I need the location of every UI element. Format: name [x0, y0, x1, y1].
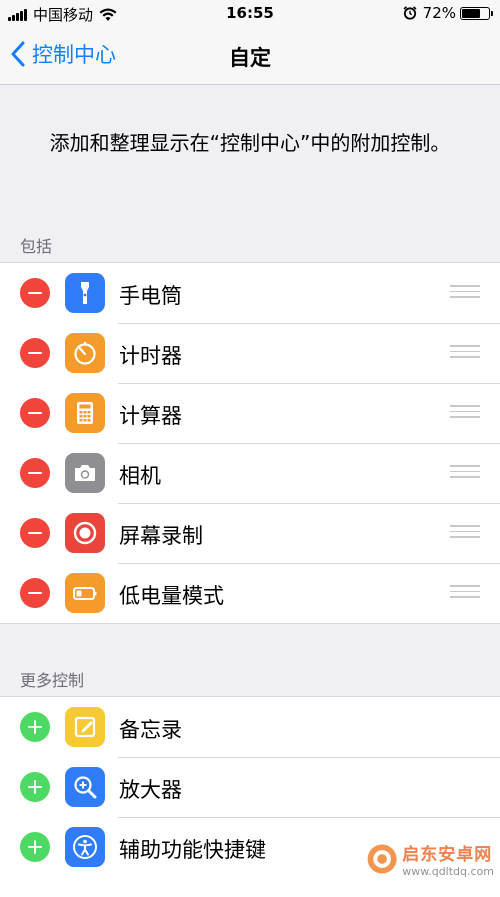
screen-record-icon [65, 513, 105, 553]
accessibility-icon [65, 827, 105, 867]
remove-button[interactable] [20, 398, 50, 428]
page-title: 自定 [229, 46, 271, 70]
reorder-handle-icon[interactable] [450, 585, 480, 601]
included-controls-list: 手电筒计时器计算器相机屏幕录制低电量模式 [0, 262, 500, 624]
section-header-more: 更多控制 [20, 671, 85, 690]
control-label: 屏幕录制 [119, 524, 203, 548]
remove-button[interactable] [20, 518, 50, 548]
plus-icon-vertical [33, 720, 37, 734]
control-label: 手电筒 [119, 284, 182, 308]
notes-icon [65, 707, 105, 747]
control-label: 相机 [119, 464, 161, 488]
remove-button[interactable] [20, 458, 50, 488]
list-item: 备忘录 [0, 697, 500, 757]
reorder-handle-icon[interactable] [450, 525, 480, 541]
remove-button[interactable] [20, 278, 50, 308]
list-item: 计算器 [0, 383, 500, 443]
remove-button[interactable] [20, 578, 50, 608]
alarm-clock-icon [403, 6, 417, 20]
list-item: 计时器 [0, 323, 500, 383]
status-bar: 中国移动 16:55 72% [0, 0, 500, 28]
calculator-icon [65, 393, 105, 433]
list-item: 相机 [0, 443, 500, 503]
camera-icon [65, 453, 105, 493]
battery-fill [462, 8, 481, 18]
minus-icon [28, 351, 42, 355]
list-item: 放大器 [0, 757, 500, 817]
reorder-handle-icon[interactable] [450, 285, 480, 301]
battery-icon [460, 6, 493, 20]
list-item: 手电筒 [0, 263, 500, 323]
flashlight-icon [65, 273, 105, 313]
watermark: 启东安卓网 www.qdltdq.com [366, 833, 494, 885]
control-label: 辅助功能快捷键 [119, 838, 266, 862]
minus-icon [28, 591, 42, 595]
minus-icon [28, 291, 42, 295]
section-header-included: 包括 [20, 237, 53, 256]
remove-button[interactable] [20, 338, 50, 368]
timer-icon [65, 333, 105, 373]
battery-percent: 72% [422, 4, 456, 22]
add-button[interactable] [20, 832, 50, 862]
watermark-brand: 启东安卓网 [402, 845, 493, 865]
reorder-handle-icon[interactable] [450, 345, 480, 361]
reorder-handle-icon[interactable] [450, 405, 480, 421]
watermark-url: www.qdltdq.com [402, 865, 494, 878]
control-label: 计时器 [119, 344, 182, 368]
add-button[interactable] [20, 712, 50, 742]
control-label: 低电量模式 [119, 584, 224, 608]
minus-icon [28, 411, 42, 415]
status-right: 72% [403, 4, 493, 22]
plus-icon-vertical [33, 780, 37, 794]
control-label: 备忘录 [119, 718, 182, 742]
magnifier-icon [65, 767, 105, 807]
navigation-bar: 控制中心 自定 [0, 28, 500, 85]
low-power-icon [65, 573, 105, 613]
control-label: 放大器 [119, 778, 182, 802]
plus-icon-vertical [33, 840, 37, 854]
list-item: 屏幕录制 [0, 503, 500, 563]
brand-logo-icon [367, 844, 397, 874]
control-label: 计算器 [119, 404, 182, 428]
add-button[interactable] [20, 772, 50, 802]
minus-icon [28, 471, 42, 475]
reorder-handle-icon[interactable] [450, 465, 480, 481]
list-item: 低电量模式 [0, 563, 500, 623]
minus-icon [28, 531, 42, 535]
intro-description: 添加和整理显示在“控制中心”中的附加控制。 [49, 131, 451, 155]
